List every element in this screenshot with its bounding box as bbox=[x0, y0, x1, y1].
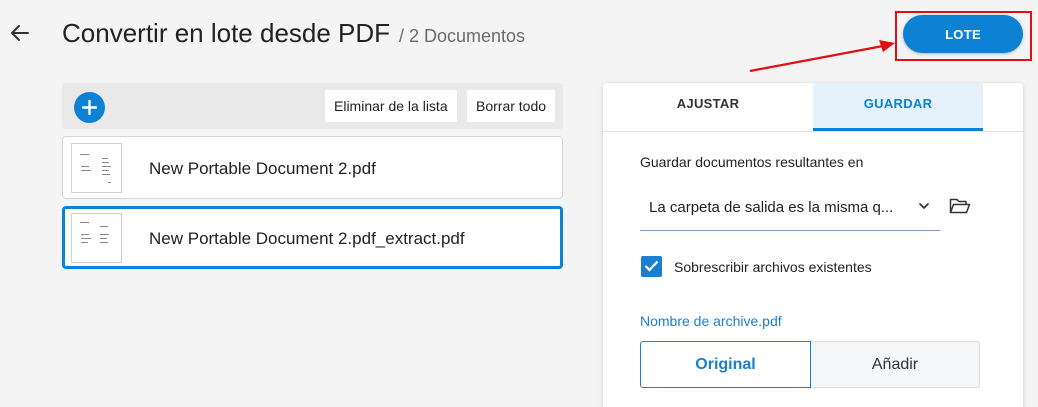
add-file-button[interactable] bbox=[74, 92, 105, 123]
tab-save[interactable]: GUARDAR bbox=[813, 83, 983, 131]
file-list-item[interactable]: New Portable Document 2.pdf bbox=[62, 136, 563, 199]
annotation-arrow bbox=[749, 40, 895, 73]
save-location-value: La carpeta de salida es la misma q... bbox=[649, 199, 894, 216]
pdf-thumbnail bbox=[71, 213, 122, 263]
page-title: Convertir en lote desde PDF bbox=[62, 18, 391, 48]
overwrite-label: Sobrescribir archivos existentes bbox=[674, 259, 872, 275]
save-location-label: Guardar documentos resultantes en bbox=[640, 154, 864, 170]
save-location-select[interactable]: La carpeta de salida es la misma q... bbox=[640, 183, 940, 231]
file-list-toolbar: Eliminar de la lista Borrar todo bbox=[62, 83, 563, 129]
tab-adjust[interactable]: AJUSTAR bbox=[603, 83, 813, 131]
tab-divider bbox=[603, 131, 1023, 132]
folder-open-icon[interactable] bbox=[949, 197, 971, 215]
batch-button[interactable]: LOTE bbox=[903, 15, 1023, 53]
clear-all-button[interactable]: Borrar todo bbox=[467, 90, 556, 122]
file-list-item-selected[interactable]: New Portable Document 2.pdf_extract.pdf bbox=[62, 206, 563, 269]
back-arrow-icon[interactable] bbox=[8, 22, 30, 44]
remove-from-list-button[interactable]: Eliminar de la lista bbox=[325, 90, 457, 122]
settings-panel: AJUSTAR GUARDAR Guardar documentos resul… bbox=[603, 83, 1023, 407]
chevron-down-icon bbox=[918, 202, 930, 210]
pdf-thumbnail bbox=[71, 143, 122, 193]
filename-link[interactable]: Nombre de archive.pdf bbox=[640, 313, 782, 329]
overwrite-checkbox[interactable] bbox=[641, 256, 662, 277]
checkmark-icon bbox=[644, 260, 659, 272]
file-name: New Portable Document 2.pdf bbox=[149, 159, 376, 178]
filename-append-option[interactable]: Añadir bbox=[811, 341, 980, 388]
file-name: New Portable Document 2.pdf_extract.pdf bbox=[149, 229, 465, 248]
document-count: / 2 Documentos bbox=[399, 26, 526, 46]
filename-original-option[interactable]: Original bbox=[640, 341, 811, 388]
plus-icon bbox=[81, 99, 98, 116]
